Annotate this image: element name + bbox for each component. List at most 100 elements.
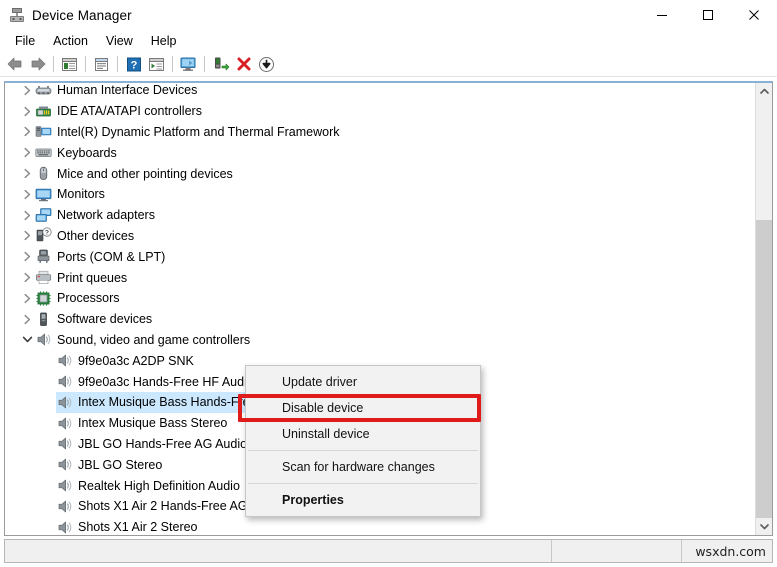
tree-row[interactable]: Intel(R) Dynamic Platform and Thermal Fr… bbox=[5, 122, 756, 143]
menu-view[interactable]: View bbox=[97, 32, 142, 50]
ide-controller-icon bbox=[35, 103, 52, 120]
tree-row[interactable]: Monitors bbox=[5, 184, 756, 205]
tree-row-label: Sound, video and game controllers bbox=[57, 332, 251, 347]
system-device-icon bbox=[35, 123, 52, 140]
chevron-right-icon[interactable] bbox=[19, 122, 35, 142]
keyboard-icon bbox=[35, 144, 52, 161]
scroll-down-button[interactable] bbox=[756, 518, 772, 535]
tree-row-label: Intel(R) Dynamic Platform and Thermal Fr… bbox=[57, 124, 340, 139]
chevron-right-icon[interactable] bbox=[19, 288, 35, 308]
tree-row-label: JBL GO Stereo bbox=[78, 457, 163, 472]
help-button[interactable]: ? bbox=[122, 53, 145, 75]
network-adapter-icon bbox=[35, 207, 52, 224]
chevron-right-icon[interactable] bbox=[19, 247, 35, 267]
chevron-right-icon[interactable] bbox=[19, 309, 35, 329]
chevron-right-icon[interactable] bbox=[19, 268, 35, 288]
uninstall-device-button[interactable] bbox=[232, 53, 255, 75]
back-button[interactable] bbox=[3, 53, 26, 75]
mouse-icon bbox=[35, 165, 52, 182]
context-menu-item[interactable]: Disable device bbox=[246, 395, 480, 421]
context-menu-item[interactable]: Scan for hardware changes bbox=[246, 454, 480, 480]
speaker-icon bbox=[56, 519, 73, 535]
properties-button[interactable] bbox=[90, 53, 113, 75]
tree-row[interactable]: Mice and other pointing devices bbox=[5, 163, 756, 184]
tree-row-label: Monitors bbox=[57, 187, 105, 202]
chevron-right-icon[interactable] bbox=[19, 83, 35, 100]
chevron-right-icon[interactable] bbox=[19, 184, 35, 204]
forward-button[interactable] bbox=[26, 53, 49, 75]
device-manager-window: Device Manager File Action View Help ? H… bbox=[0, 0, 777, 567]
tree-row-label: Software devices bbox=[57, 312, 153, 327]
scroll-up-button[interactable] bbox=[756, 83, 772, 100]
context-menu-item[interactable]: Properties bbox=[246, 487, 480, 513]
toolbar-separator-1 bbox=[53, 56, 54, 72]
hid-gamepad-icon bbox=[35, 83, 52, 99]
tree-row[interactable]: Shots X1 Air 2 Stereo bbox=[5, 517, 756, 535]
context-menu-items: Update driver Disable device Uninstall dev… bbox=[246, 369, 480, 513]
close-button[interactable] bbox=[731, 0, 777, 30]
maximize-button[interactable] bbox=[685, 0, 731, 30]
tree-row[interactable]: Processors bbox=[5, 288, 756, 309]
toolbar-separator-3 bbox=[117, 56, 118, 72]
update-driver-button[interactable] bbox=[209, 53, 232, 75]
minimize-button[interactable] bbox=[639, 0, 685, 30]
tree-row[interactable]: Print queues bbox=[5, 267, 756, 288]
tree-row[interactable]: IDE ATA/ATAPI controllers bbox=[5, 101, 756, 122]
tree-row-label: Print queues bbox=[57, 270, 128, 285]
tree-row-label: Ports (COM & LPT) bbox=[57, 249, 166, 264]
speaker-icon bbox=[56, 477, 73, 494]
tree-row[interactable]: Human Interface Devices bbox=[5, 83, 756, 101]
tree-row-label: Network adapters bbox=[57, 208, 155, 223]
chevron-right-icon[interactable] bbox=[19, 101, 35, 121]
tree-row-label: Other devices bbox=[57, 228, 135, 243]
chevron-down-icon[interactable] bbox=[19, 330, 35, 350]
context-menu-separator bbox=[248, 483, 478, 484]
chevron-right-icon[interactable] bbox=[19, 205, 35, 225]
tree-row-label: Keyboards bbox=[57, 145, 117, 160]
toolbar: ? bbox=[0, 52, 777, 77]
svg-text:?: ? bbox=[45, 230, 49, 237]
scan-for-hardware-changes-button[interactable] bbox=[177, 53, 200, 75]
disable-device-button[interactable] bbox=[255, 53, 278, 75]
processor-icon bbox=[35, 290, 52, 307]
menu-file[interactable]: File bbox=[6, 32, 44, 50]
status-cell-3: wsxdn.com bbox=[682, 540, 772, 562]
tree-row[interactable]: Keyboards bbox=[5, 142, 756, 163]
tree-row[interactable]: ? Other devices bbox=[5, 226, 756, 247]
speaker-icon bbox=[56, 352, 73, 369]
vertical-scrollbar[interactable] bbox=[755, 83, 772, 535]
action-menu-button[interactable] bbox=[145, 53, 168, 75]
tree-row-label: Realtek High Definition Audio bbox=[78, 478, 240, 493]
tree-row[interactable]: Network adapters bbox=[5, 205, 756, 226]
status-cell-2 bbox=[552, 540, 682, 562]
chevron-right-icon[interactable] bbox=[19, 164, 35, 184]
tree-row[interactable]: Ports (COM & LPT) bbox=[5, 246, 756, 267]
context-menu-item[interactable]: Uninstall device bbox=[246, 421, 480, 447]
scrollbar-thumb[interactable] bbox=[756, 220, 772, 518]
speaker-icon bbox=[56, 394, 73, 411]
chevron-right-icon[interactable] bbox=[19, 143, 35, 163]
tree-row-label: Shots X1 Air 2 Stereo bbox=[78, 520, 198, 535]
speaker-icon bbox=[56, 456, 73, 473]
speaker-icon bbox=[56, 498, 73, 515]
menu-action[interactable]: Action bbox=[44, 32, 97, 50]
context-menu-separator bbox=[248, 450, 478, 451]
show-hide-console-tree-button[interactable] bbox=[58, 53, 81, 75]
device-context-menu[interactable]: Update driver Disable device Uninstall dev… bbox=[238, 365, 481, 517]
menu-help[interactable]: Help bbox=[142, 32, 186, 50]
software-device-icon bbox=[35, 311, 52, 328]
speaker-icon bbox=[35, 331, 52, 348]
context-menu-item[interactable]: Update driver bbox=[246, 369, 480, 395]
window-title: Device Manager bbox=[32, 7, 132, 23]
chevron-right-icon[interactable] bbox=[19, 226, 35, 246]
window-controls bbox=[639, 0, 777, 30]
tree-row[interactable]: Software devices bbox=[5, 309, 756, 330]
tree-row[interactable]: Sound, video and game controllers bbox=[5, 330, 756, 351]
